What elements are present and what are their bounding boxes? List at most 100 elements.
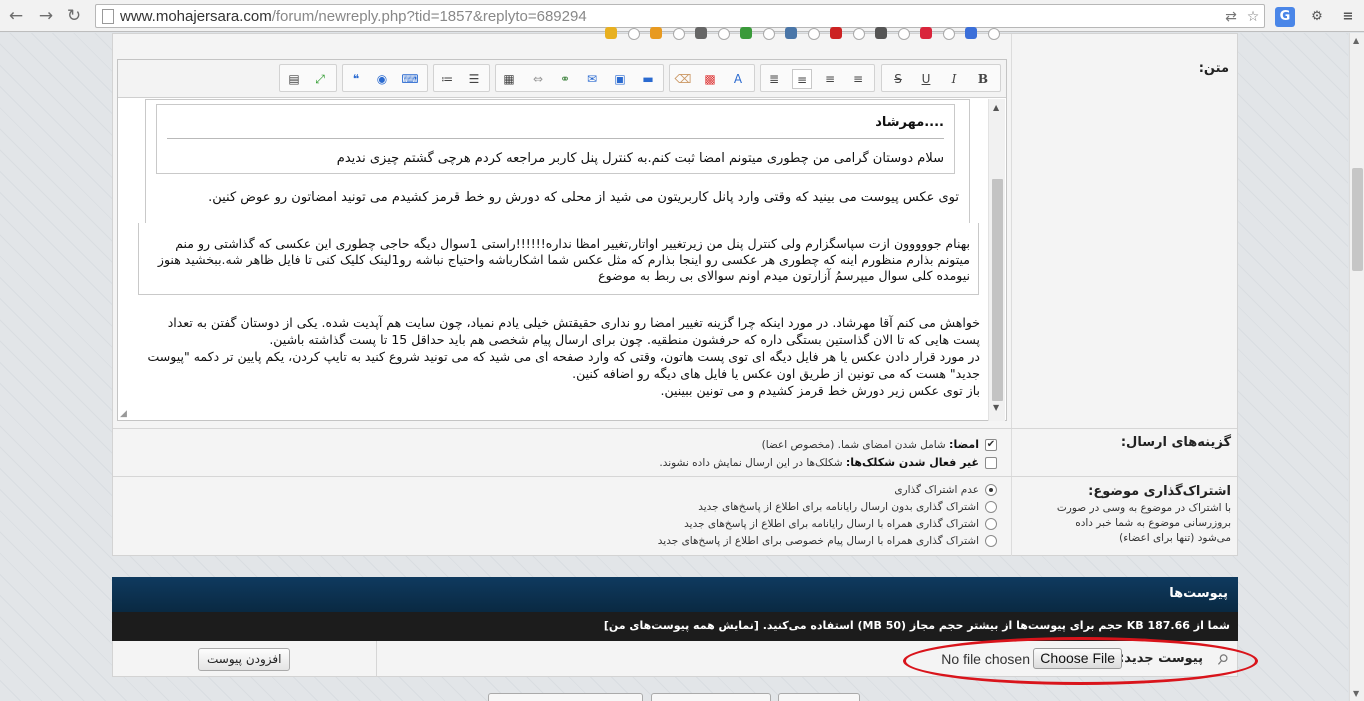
smilie-icon[interactable] (695, 27, 707, 39)
reply-form: متن: ▤ ⤢ ❝ ◉ ⌨ ≔ ☰ ▦ ⇔ ⚭ ✉ ▣ ▬ ⌫ ▩ A ≣ ≡… (112, 27, 1238, 556)
maximize-icon[interactable]: ⤢ (310, 69, 330, 89)
smilie-icon[interactable] (650, 27, 662, 39)
attachments-usage-bar: شما از 187.66 KB حجم برای پیوست‌ها از بی… (112, 612, 1238, 641)
scroll-up-icon[interactable]: ▲ (1353, 36, 1359, 45)
back-arrow-icon[interactable]: ← (6, 6, 26, 26)
subscription-radio[interactable] (985, 518, 997, 530)
editor-content[interactable]: ....مهرشاد سلام دوستان گرامی من چطوری می… (118, 99, 988, 421)
subscription-radio[interactable] (985, 484, 997, 496)
signature-desc: شامل شدن امضای شما. (مخصوص اعضا) (761, 439, 946, 451)
horizontal-rule-icon[interactable]: ▬ (638, 69, 658, 89)
editor-scrollbar[interactable]: ▲ ▼ (988, 99, 1005, 421)
page-scrollbar[interactable]: ▲ ▼ (1349, 33, 1364, 701)
menu-icon[interactable]: ≡ (1338, 7, 1358, 27)
signature-label: امضا: (949, 438, 979, 451)
disable-smilies-checkbox[interactable] (985, 457, 997, 469)
scroll-thumb[interactable] (1352, 168, 1363, 271)
strikethrough-icon[interactable]: S (888, 69, 908, 89)
subscription-option[interactable]: اشتراک گذاری همراه با ارسال پیام خصوصی ب… (658, 535, 997, 547)
translate-icon[interactable]: ⇄ (1222, 9, 1240, 25)
subscription-option[interactable]: اشتراک گذاری بدون ارسال رایانامه برای اط… (698, 501, 997, 513)
bookmark-star-icon[interactable]: ☆ (1244, 9, 1262, 25)
editor-scroll-thumb[interactable] (992, 179, 1003, 401)
smilie-icon[interactable] (875, 27, 887, 39)
smilie-icon[interactable] (605, 27, 617, 39)
resize-grip-icon[interactable]: ◢ (120, 409, 127, 419)
reply-text: خواهش می کنم آقا مهرشاد. در مورد اینکه چ… (140, 314, 980, 399)
no-file-chosen-text: No file chosen (941, 651, 1030, 667)
smilie-radio[interactable] (898, 28, 910, 40)
smilie-radio[interactable] (853, 28, 865, 40)
subscription-radio[interactable] (985, 501, 997, 513)
toolbar-group-lists: ≔ ☰ (433, 64, 490, 92)
italic-icon[interactable]: I (944, 69, 964, 89)
bold-icon[interactable]: B (973, 69, 993, 89)
toolbar-group-insert: ❝ ◉ ⌨ (342, 64, 428, 92)
smilie-icon[interactable] (785, 27, 797, 39)
extension-icon[interactable]: ⚙ (1307, 7, 1327, 27)
toolbar-group-source: ▤ ⤢ (279, 64, 337, 92)
scroll-up-icon[interactable]: ▲ (993, 103, 999, 112)
align-right-icon[interactable]: ≡ (792, 69, 812, 89)
quote-author: ....مهرشاد (875, 115, 944, 130)
bottom-button[interactable] (488, 693, 643, 701)
disable-smilies-option[interactable]: غیر فعال شدن شکلک‌ها: شکلک‌ها در این ارس… (659, 456, 997, 469)
link-icon[interactable]: ⚭ (555, 69, 575, 89)
bulleted-list-icon[interactable]: ☰ (464, 69, 484, 89)
source-icon[interactable]: ▤ (284, 69, 304, 89)
url-text: www.mohajersara.com/forum/newreply.php?t… (120, 8, 587, 25)
smilie-icon[interactable] (965, 27, 977, 39)
forward-arrow-icon[interactable]: → (36, 6, 56, 26)
smilies-row (603, 27, 1013, 42)
align-left-icon[interactable]: ≡ (848, 69, 868, 89)
ordered-list-icon[interactable]: ≔ (437, 69, 457, 89)
editor-toolbar: ▤ ⤢ ❝ ◉ ⌨ ≔ ☰ ▦ ⇔ ⚭ ✉ ▣ ▬ ⌫ ▩ A ≣ ≡ ≡ ≡ … (118, 60, 1006, 98)
row-divider (113, 476, 1237, 477)
justify-icon[interactable]: ≣ (764, 69, 784, 89)
smilie-radio[interactable] (988, 28, 1000, 40)
smilie-radio[interactable] (718, 28, 730, 40)
browser-toolbar: ← → ↻ www.mohajersara.com/forum/newreply… (0, 0, 1364, 32)
subscription-option[interactable]: اشتراک گذاری همراه با ارسال رایانامه برا… (684, 518, 997, 530)
signature-checkbox[interactable]: ✔ (985, 439, 997, 451)
unlink-icon[interactable]: ⇔ (528, 69, 548, 89)
smilie-radio[interactable] (763, 28, 775, 40)
subscription-option[interactable]: عدم اشتراک گذاری (894, 484, 997, 496)
attachments-usage[interactable]: شما از 187.66 KB حجم برای پیوست‌ها از بی… (604, 619, 1230, 632)
message-editor[interactable]: ▤ ⤢ ❝ ◉ ⌨ ≔ ☰ ▦ ⇔ ⚭ ✉ ▣ ▬ ⌫ ▩ A ≣ ≡ ≡ ≡ … (117, 59, 1007, 421)
disable-smilies-desc: شکلک‌ها در این ارسال نمایش داده نشوند. (659, 457, 843, 469)
smilie-radio[interactable] (943, 28, 955, 40)
code-icon[interactable]: ⌨ (400, 69, 420, 89)
php-icon[interactable]: ◉ (372, 69, 392, 89)
video-icon[interactable]: ▦ (499, 69, 519, 89)
smilie-radio[interactable] (628, 28, 640, 40)
image-icon[interactable]: ▣ (610, 69, 630, 89)
choose-file-button[interactable]: Choose File (1033, 648, 1122, 669)
quote-icon[interactable]: ❝ (346, 69, 366, 89)
reload-icon[interactable]: ↻ (64, 6, 84, 26)
remove-format-icon[interactable]: ⌫ (673, 69, 693, 89)
smilie-radio[interactable] (808, 28, 820, 40)
subscription-options: عدم اشتراک گذاری اشتراک گذاری بدون ارسال… (113, 484, 1011, 554)
signature-option[interactable]: ✔ امضا: شامل شدن امضای شما. (مخصوص اعضا) (762, 438, 997, 451)
scroll-down-icon[interactable]: ▼ (1353, 689, 1359, 698)
smilie-icon[interactable] (740, 27, 752, 39)
email-icon[interactable]: ✉ (582, 69, 602, 89)
scroll-down-icon[interactable]: ▼ (993, 403, 999, 412)
smilie-icon[interactable] (920, 27, 932, 39)
google-translate-icon[interactable]: G (1275, 7, 1295, 27)
subscription-option-text: اشتراک گذاری همراه با ارسال رایانامه برا… (684, 518, 979, 530)
align-center-icon[interactable]: ≡ (820, 69, 840, 89)
toolbar-group-format: ⌫ ▩ A (669, 64, 755, 92)
underline-icon[interactable]: U (916, 69, 936, 89)
new-attachment-label: پیوست جدید: (1119, 651, 1203, 666)
smilie-radio[interactable] (673, 28, 685, 40)
font-icon[interactable]: A (728, 69, 748, 89)
smilie-icon[interactable] (830, 27, 842, 39)
add-attachment-button[interactable]: افزودن پیوست (198, 648, 291, 671)
subscription-radio[interactable] (985, 535, 997, 547)
bottom-button[interactable] (651, 693, 771, 701)
color-icon[interactable]: ▩ (700, 69, 720, 89)
bottom-button[interactable] (778, 693, 860, 701)
address-bar[interactable]: www.mohajersara.com/forum/newreply.php?t… (95, 4, 1265, 28)
